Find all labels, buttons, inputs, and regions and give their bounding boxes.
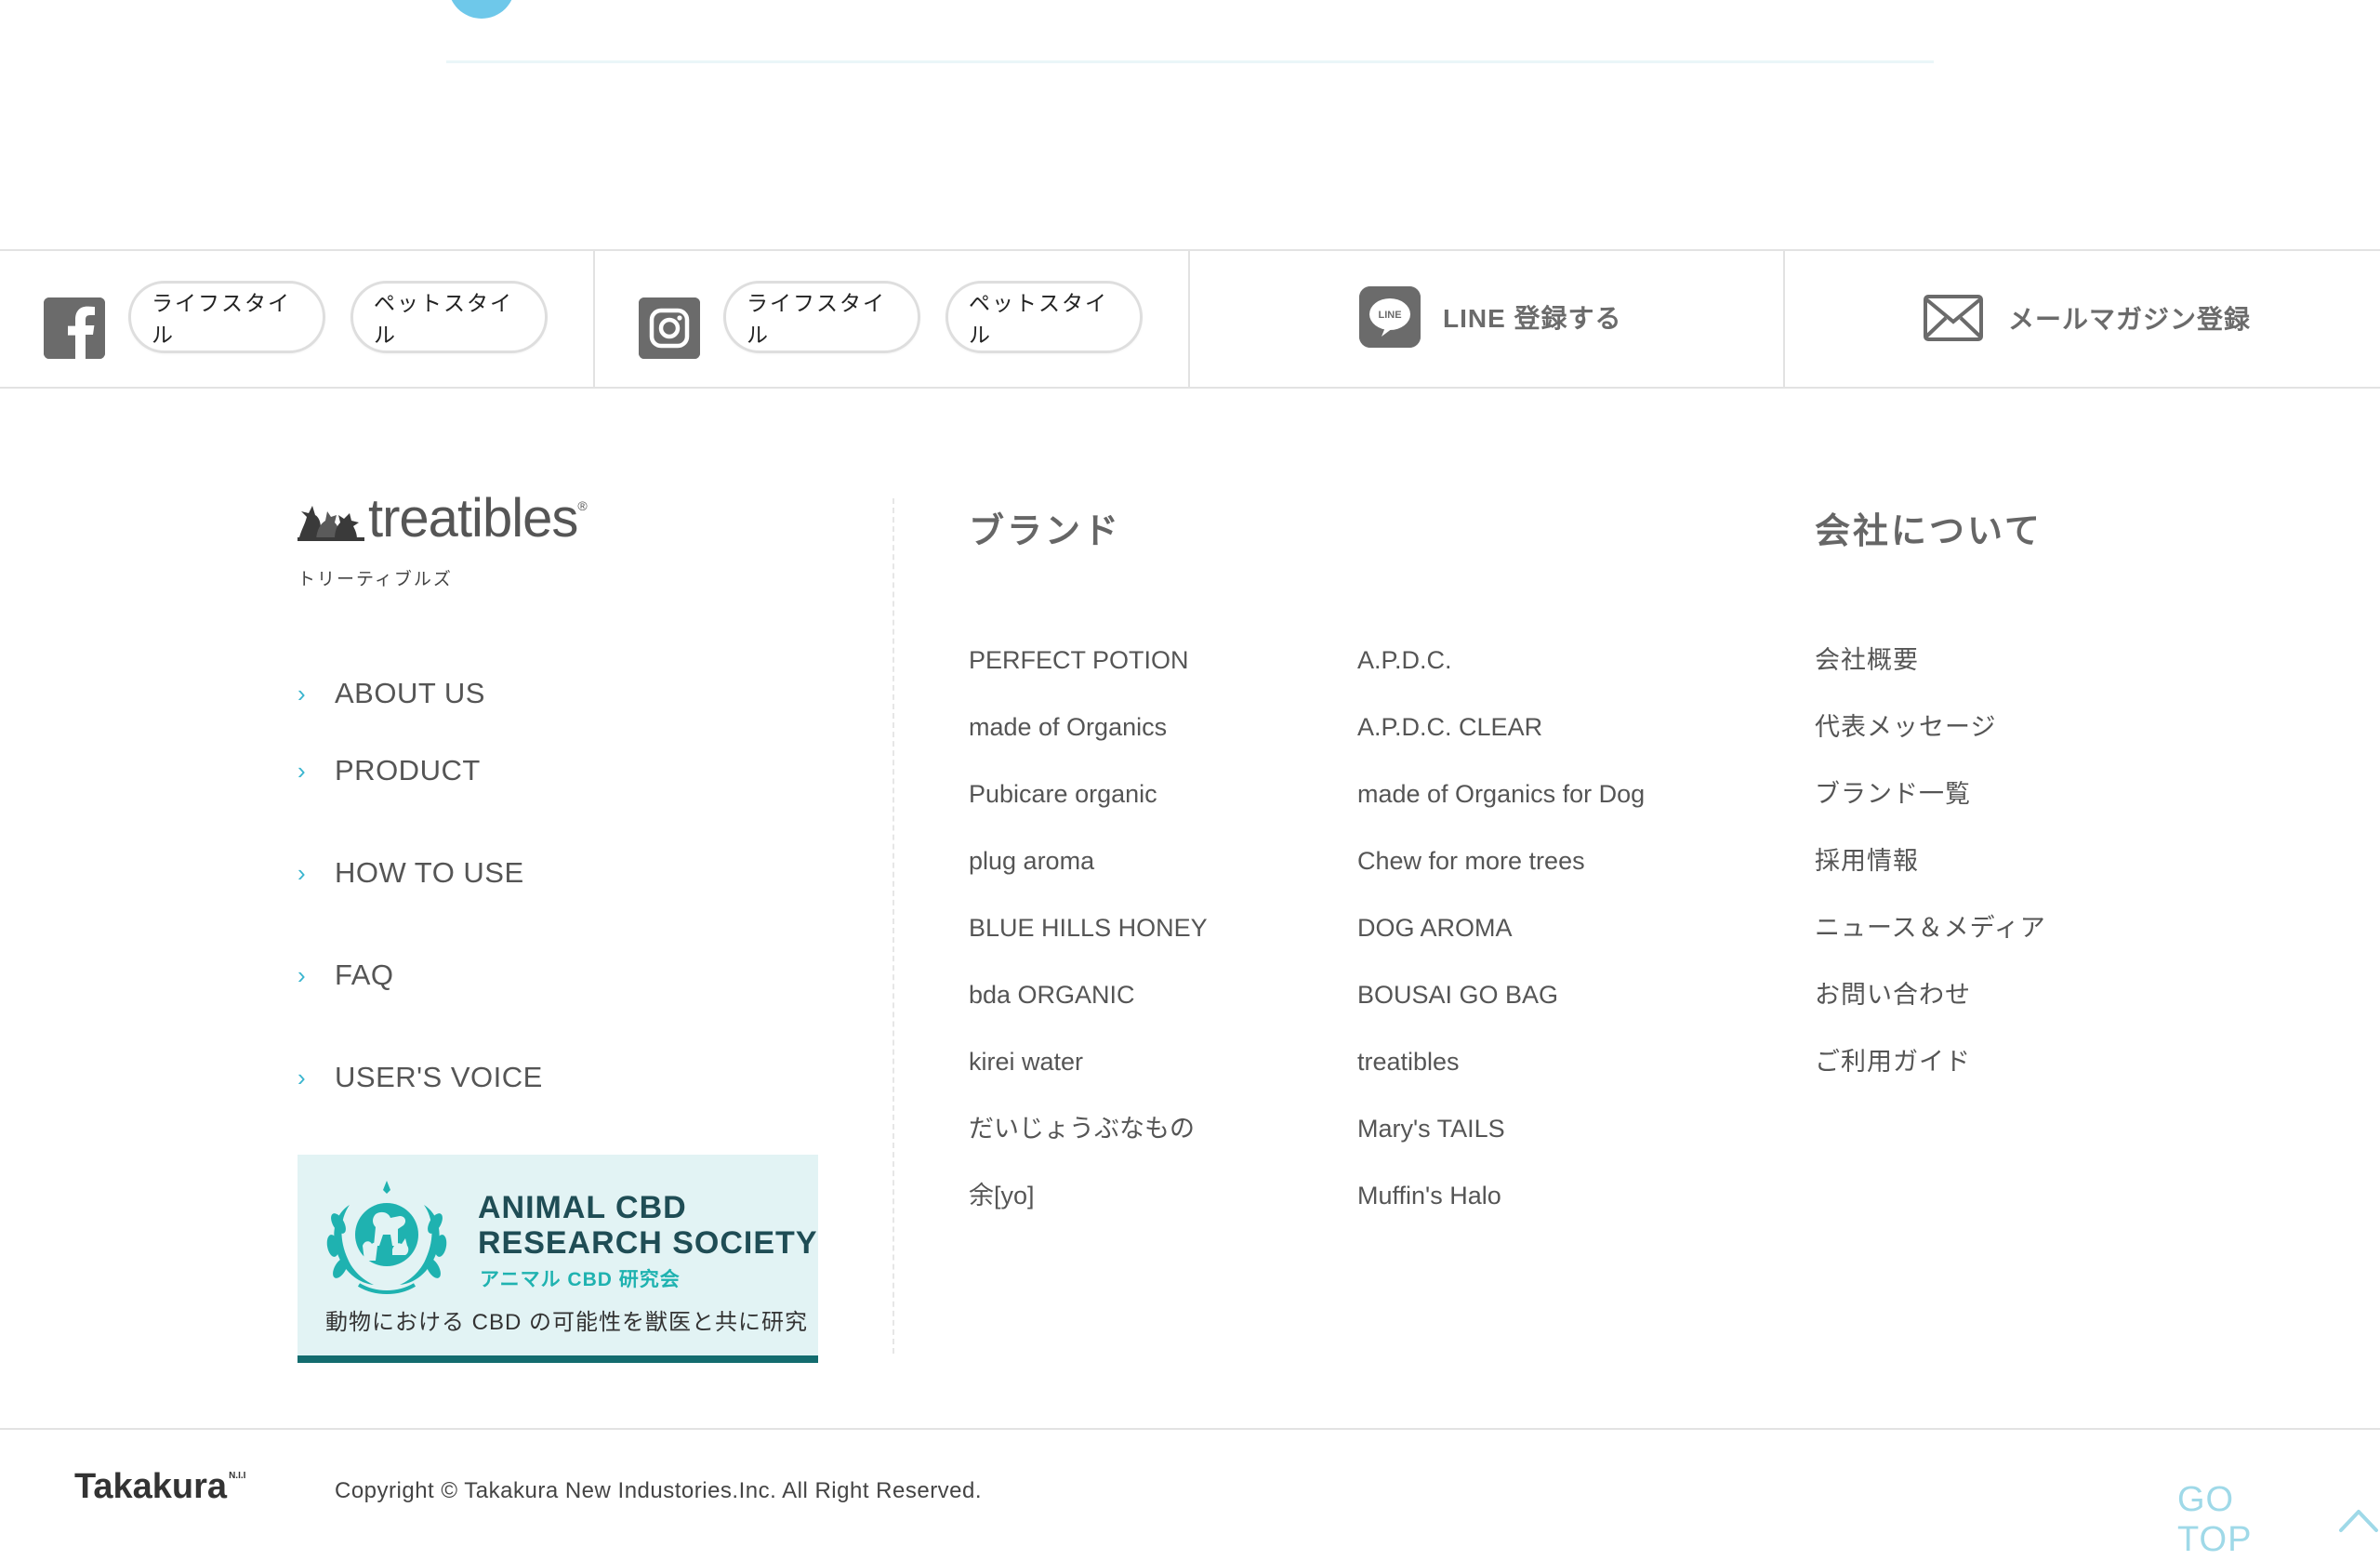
- nav-users-voice[interactable]: › USER'S VOICE: [298, 1026, 543, 1129]
- cbd-tagline: 動物における CBD の可能性を獣医と共に研究: [325, 1310, 809, 1335]
- nav-label: FAQ: [335, 958, 394, 991]
- footer-bottom-bar: Takakura N.I.I Copyright © Takakura New I…: [0, 1428, 2380, 1559]
- chevron-right-icon: ›: [298, 1063, 306, 1091]
- brand-link[interactable]: treatibles: [1357, 1039, 1645, 1106]
- facebook-icon[interactable]: [44, 297, 105, 359]
- company-link[interactable]: ブランド一覧: [1815, 772, 2046, 839]
- brand-link[interactable]: bda ORGANIC: [969, 972, 1208, 1039]
- logo-registered-mark: ®: [577, 498, 588, 513]
- nav-about-us[interactable]: › ABOUT US: [298, 668, 543, 720]
- brand-link[interactable]: kirei water: [969, 1039, 1208, 1106]
- nav-faq[interactable]: › FAQ: [298, 924, 543, 1026]
- brand-link[interactable]: BLUE HILLS HONEY: [969, 906, 1208, 972]
- company-link[interactable]: お問い合わせ: [1815, 972, 2046, 1039]
- company-link[interactable]: ニュース＆メディア: [1815, 906, 2046, 972]
- line-icon-text: LINE: [1378, 310, 1401, 321]
- facebook-petstyle-button[interactable]: ペットスタイル: [350, 281, 548, 353]
- go-top-button[interactable]: GO TOP: [2177, 1480, 2380, 1560]
- brand-link[interactable]: A.P.D.C. CLEAR: [1357, 705, 1645, 772]
- brand-link[interactable]: made of Organics: [969, 705, 1208, 772]
- nav-label: ABOUT US: [335, 677, 485, 709]
- chevron-right-icon: ›: [298, 858, 306, 887]
- line-register-link[interactable]: LINE LINE 登録する: [1359, 286, 1622, 348]
- brand-link[interactable]: だいじょうぶなもの: [969, 1106, 1208, 1173]
- brand-link[interactable]: 余[yo]: [969, 1173, 1208, 1240]
- chevron-up-icon: [2337, 1506, 2380, 1534]
- facebook-section: ライフスタイル ペットスタイル: [0, 251, 595, 387]
- brand-link[interactable]: Chew for more trees: [1357, 839, 1645, 906]
- brand-link[interactable]: Muffin's Halo: [1357, 1173, 1645, 1240]
- brands-column-2: A.P.D.C. A.P.D.C. CLEAR made of Organics…: [1357, 638, 1645, 1240]
- nav-how-to-use[interactable]: › HOW TO USE: [298, 822, 543, 924]
- mail-icon: [1923, 294, 1984, 342]
- brand-link[interactable]: DOG AROMA: [1357, 906, 1645, 972]
- section-divider: [446, 60, 1934, 63]
- brand-logo[interactable]: treatibles ® トリーティブルズ: [298, 488, 588, 590]
- brands-column-1: PERFECT POTION made of Organics Pubicare…: [969, 638, 1208, 1240]
- brand-link[interactable]: BOUSAI GO BAG: [1357, 972, 1645, 1039]
- animal-cbd-banner[interactable]: ANIMAL CBD RESEARCH SOCIETY アニマル CBD 研究会…: [298, 1155, 818, 1363]
- company-link[interactable]: 会社概要: [1815, 638, 2046, 705]
- nav-label: PRODUCT: [335, 754, 481, 787]
- company-links: 会社概要 代表メッセージ ブランド一覧 採用情報 ニュース＆メディア お問い合わ…: [1815, 638, 2046, 1106]
- brand-link[interactable]: A.P.D.C.: [1357, 638, 1645, 705]
- cbd-title-jp: アニマル CBD 研究会: [480, 1269, 681, 1290]
- company-link[interactable]: ご利用ガイド: [1815, 1039, 2046, 1106]
- company-link[interactable]: 採用情報: [1815, 839, 2046, 906]
- line-icon: LINE: [1359, 286, 1421, 348]
- brand-link[interactable]: plug aroma: [969, 839, 1208, 906]
- brand-link[interactable]: PERFECT POTION: [969, 638, 1208, 705]
- instagram-section: ライフスタイル ペットスタイル: [595, 251, 1190, 387]
- mail-magazine-label: メールマガジン登録: [2008, 305, 2252, 334]
- brands-heading: ブランド: [969, 512, 1122, 551]
- nav-product[interactable]: › PRODUCT: [298, 720, 543, 822]
- chevron-right-icon: ›: [298, 756, 306, 785]
- go-top-label: GO TOP: [2177, 1480, 2253, 1559]
- nav-label: USER'S VOICE: [335, 1061, 543, 1093]
- cbd-title-line1: ANIMAL CBD: [478, 1190, 687, 1225]
- chevron-right-icon: ›: [298, 960, 306, 989]
- scroll-indicator-circle: [448, 0, 515, 19]
- takakura-logo-text: Takakura: [74, 1467, 228, 1506]
- company-heading: 会社について: [1815, 512, 2043, 551]
- line-register-label: LINE 登録する: [1443, 304, 1622, 333]
- brand-link[interactable]: Pubicare organic: [969, 772, 1208, 839]
- logo-wordmark: treatibles: [368, 488, 578, 549]
- takakura-logo[interactable]: Takakura N.I.I: [74, 1467, 245, 1507]
- cbd-title-line2: RESEARCH SOCIETY: [478, 1225, 818, 1261]
- instagram-petstyle-button[interactable]: ペットスタイル: [945, 281, 1143, 353]
- animal-cbd-wreath-icon: [326, 1181, 447, 1295]
- brand-link[interactable]: Mary's TAILS: [1357, 1106, 1645, 1173]
- footer-main-nav: › ABOUT US › PRODUCT › HOW TO USE › FAQ …: [298, 668, 543, 1129]
- logo-subtitle: トリーティブルズ: [298, 570, 453, 589]
- copyright-text: Copyright © Takakura New Industories.Inc…: [335, 1478, 983, 1503]
- pets-logo-icon: [298, 506, 364, 541]
- nav-label: HOW TO USE: [335, 856, 524, 889]
- facebook-lifestyle-button[interactable]: ライフスタイル: [128, 281, 325, 353]
- company-link[interactable]: 代表メッセージ: [1815, 705, 2046, 772]
- column-divider: [892, 498, 894, 1354]
- mail-magazine-link[interactable]: メールマガジン登録: [1923, 294, 2251, 342]
- instagram-icon[interactable]: [639, 297, 700, 359]
- takakura-logo-sup: N.I.I: [229, 1471, 246, 1481]
- instagram-lifestyle-button[interactable]: ライフスタイル: [723, 281, 920, 353]
- brand-link[interactable]: made of Organics for Dog: [1357, 772, 1645, 839]
- chevron-right-icon: ›: [298, 679, 306, 707]
